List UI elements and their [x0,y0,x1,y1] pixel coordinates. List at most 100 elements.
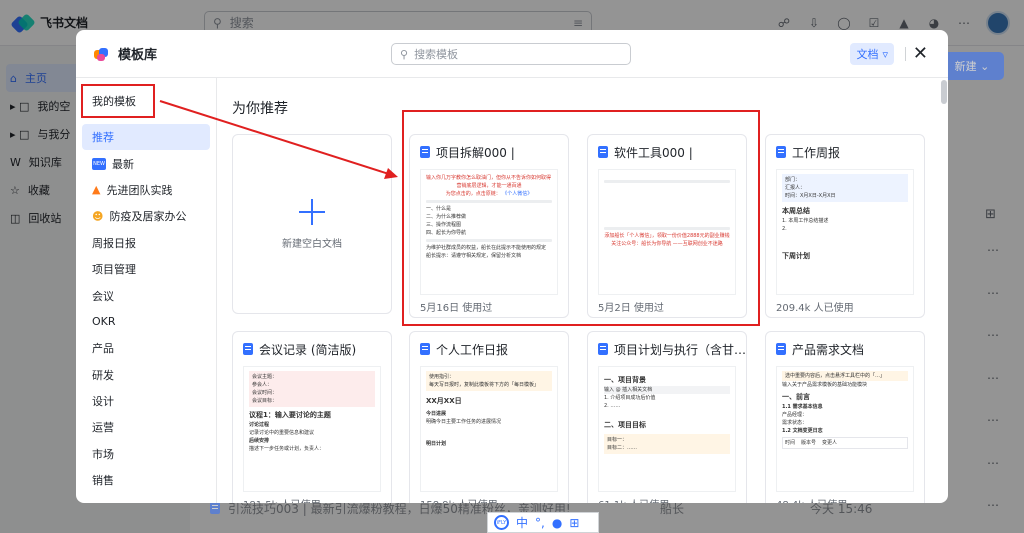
new-badge-icon: NEW [92,157,106,170]
category-rnd[interactable]: 研发 [82,362,210,388]
doc-icon [243,343,253,355]
category-recommended[interactable]: 推荐 [82,124,210,151]
preview-line: 1. 本周工作总结描述 [782,218,829,225]
category-latest[interactable]: NEW 最新 [82,150,210,176]
template-preview: 会议主题： 参会人： 会议时间： 会议目标： 议程1：输入要讨论的主题 讨论过程… [243,366,381,492]
category-label: 周报日报 [92,236,136,250]
section-title: 为你推荐 [232,101,288,117]
preview-line: 明确今日主要工作任务的进展情况 [426,419,502,426]
doc-icon [210,502,220,514]
ime-logo-icon: iFLY [494,515,509,530]
preview-cell: 版本号 [801,440,817,447]
preview-line: 讨论过程 [249,422,270,429]
fire-icon: ▲ [92,183,101,197]
template-title: 会议记录 (简洁版) [259,342,357,357]
doc-icon [420,343,430,355]
category-operations[interactable]: 运营 [82,414,210,440]
category-design[interactable]: 设计 [82,388,210,414]
preview-line: 参会人： [252,382,273,388]
preview-heading: XX月XX日 [426,397,462,405]
template-preview: 部门： 汇报人： 时间：X月X日-X月X日 本周总结 1. 本周工作总结描述 2… [776,169,914,295]
category-label: 销售 [92,474,114,488]
category-product[interactable]: 产品 [82,335,210,361]
template-card[interactable]: 工作周报 部门： 汇报人： 时间：X月X日-X月X日 本周总结 1. 本周工作总… [765,134,925,318]
category-label: 项目管理 [92,263,136,277]
category-weekly-daily[interactable]: 周报日报 [82,230,210,256]
modal-header: 模板库 ⚲ 搜索模板 文档 ▿ ✕ [76,30,948,78]
mask-face-icon: ☻ [92,209,104,223]
preview-heading: 本周总结 [782,207,810,215]
preview-line: 目标二：…… [607,445,638,452]
template-title: 个人工作日报 [436,342,509,357]
preview-line: 描述下一步任务或计划，负责人： [249,446,325,453]
new-button-label: 新建 [954,60,977,73]
filter-funnel-icon: ▿ [882,47,888,61]
preview-line: 1.1 需求基本信息 [782,404,823,411]
category-meeting[interactable]: 会议 [82,282,210,308]
category-project-mgmt[interactable]: 项目管理 [82,256,210,282]
close-icon[interactable]: ✕ [913,43,928,65]
preview-line: 会议时间： [252,390,278,396]
category-epidemic-wfh[interactable]: ☻ 防疫及居家办公 [82,203,210,229]
new-blank-doc-card[interactable]: 新建空白文档 [232,134,392,314]
ime-mode-label[interactable]: 中 [516,514,528,531]
doc-icon [776,343,786,355]
doc-type-filter[interactable]: 文档 ▿ [850,43,894,65]
category-label: 会议 [92,289,114,303]
category-label: 研发 [92,368,114,382]
template-search-input[interactable]: ⚲ 搜索模板 [391,43,631,65]
preview-line: 记录讨论中的重要信息和建议 [249,430,315,437]
preview-line: 产品经理： [782,412,808,419]
scrollbar[interactable] [940,78,948,503]
category-label: 产品 [92,342,114,356]
search-icon: ⚲ [400,47,409,61]
template-card[interactable]: 产品需求文档 选中重要内容后，点击悬浮工具栏中的「…」 输入关于产品需求模板的基… [765,331,925,503]
category-label: 推荐 [92,131,114,145]
preview-line: 每天写日报时，复制此模板将下方的「每日模板」 [429,382,540,388]
modal-title: 模板库 [118,48,158,63]
template-usage: 209.4k 人已使用 [776,302,854,314]
category-team-practice[interactable]: ▲ 先进团队实践 [82,177,210,203]
template-card[interactable]: 会议记录 (简洁版) 会议主题： 参会人： 会议时间： 会议目标： 议程1：输入… [232,331,392,503]
scrollbar-thumb[interactable] [941,80,947,104]
annotation-box-my-templates [81,84,155,118]
preview-cell: 时间 [785,440,796,447]
doc-icon [776,146,786,158]
preview-heading: 一、前言 [782,393,810,401]
doc-icon [598,343,608,355]
template-title: 工作周报 [792,145,841,160]
preview-line: 2. …… [604,403,621,410]
category-marketing[interactable]: 市场 [82,441,210,467]
template-title: 产品需求文档 [792,342,865,357]
preview-cell: 变更人 [822,440,838,447]
template-usage: 181.5k 人已使用 [233,492,391,504]
category-label: 最新 [112,157,134,171]
preview-heading: 二、项目目标 [604,421,646,430]
apps-grid-icon[interactable]: ⊞ [569,516,579,530]
category-label: 防疫及居家办公 [109,210,187,224]
preview-line: 汇报人： [785,185,806,191]
template-card[interactable]: 项目计划与执行（含甘… 一、项目背景 输入 @ 插入相关文档 1. 介绍项目成功… [587,331,747,503]
category-okr[interactable]: OKR [82,309,210,335]
preview-line: 目标一： [607,437,628,444]
doc-type-filter-label: 文档 [856,48,879,61]
new-button[interactable]: 新建 ⌄ [940,52,1004,80]
template-search-placeholder: 搜索模板 [414,48,459,61]
preview-line: 2. [782,226,787,233]
template-preview: 一、项目背景 输入 @ 插入相关文档 1. 介绍项目成功后价值 2. …… 二、… [598,366,736,492]
preview-line: 明日计划 [426,441,447,448]
preview-heading: 下周计划 [782,252,810,261]
template-card[interactable]: 个人工作日报 使用指引： 每天写日报时，复制此模板将下方的「每日模板」 XX月X… [409,331,569,503]
preview-line: 1. 介绍项目成功后价值 [604,395,656,402]
preview-line: 使用指引： [429,374,455,380]
microphone-icon[interactable]: ● [552,516,562,530]
ime-toolbar[interactable]: iFLY 中 °, ● ⊞ [487,512,599,533]
category-sales[interactable]: 销售 [82,467,210,493]
category-label: 市场 [92,447,114,461]
annotation-box-my-template-cards [402,110,760,326]
preview-line: 输入 @ 插入相关文档 [604,386,730,395]
punctuation-icon[interactable]: °, [535,516,545,530]
category-label: 运营 [92,421,114,435]
preview-line: 1.2 文档变更日志 [782,428,823,435]
preview-line: 今日进展 [426,411,447,418]
